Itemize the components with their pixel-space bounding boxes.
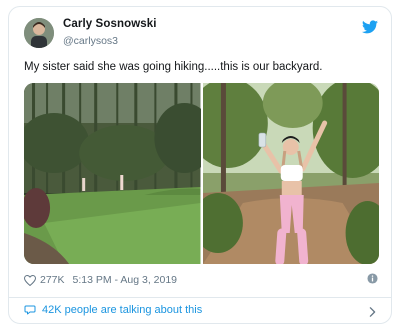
tweet-card[interactable]: Carly Sosnowski @carlysos3 My sister sai… (8, 6, 392, 324)
tweet-text: My sister said she was going hiking.....… (24, 61, 323, 73)
avatar[interactable] (24, 18, 54, 48)
heart-icon[interactable] (24, 274, 36, 286)
twitter-bird-icon[interactable] (362, 20, 378, 34)
tweet-timestamp[interactable]: 5:13 PM - Aug 3, 2019 (73, 274, 178, 286)
conversation-link[interactable]: 42K people are talking about this (24, 304, 202, 316)
media-grid[interactable] (24, 83, 379, 264)
author-handle[interactable]: @carlysos3 (63, 35, 118, 47)
conversation-count[interactable]: 42K people are talking about this (42, 304, 202, 316)
info-icon[interactable] (367, 273, 378, 284)
speech-bubble-icon (24, 305, 36, 315)
tweet-meta: 277K 5:13 PM - Aug 3, 2019 (24, 272, 177, 288)
hiking-photo[interactable] (202, 83, 379, 264)
backyard-photo[interactable] (24, 83, 201, 264)
author-name[interactable]: Carly Sosnowski (63, 18, 157, 30)
divider (9, 297, 391, 298)
chevron-right-icon[interactable] (369, 307, 376, 317)
like-count[interactable]: 277K (40, 274, 65, 286)
